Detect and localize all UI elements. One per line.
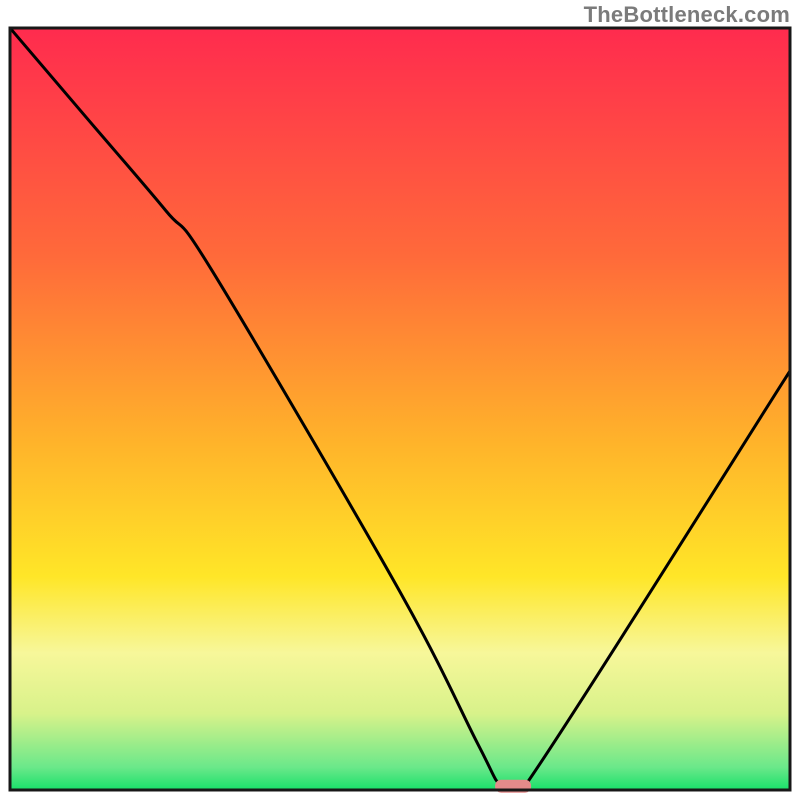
gradient-background — [10, 28, 790, 790]
chart-container: TheBottleneck.com — [0, 0, 800, 800]
watermark-text: TheBottleneck.com — [584, 2, 790, 28]
bottleneck-chart — [0, 0, 800, 800]
